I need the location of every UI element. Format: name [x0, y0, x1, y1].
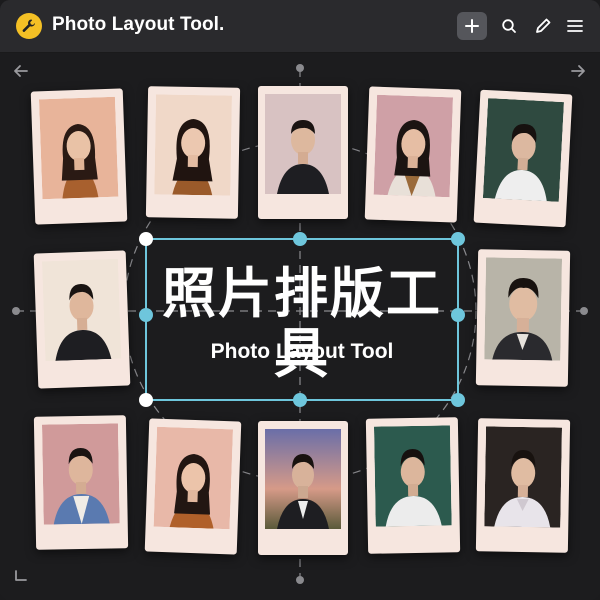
portrait-photo [265, 429, 341, 529]
app-window: Photo Layout Tool. 照片排版工具 Photo Layout T… [0, 0, 600, 600]
add-icon [465, 19, 479, 33]
photo-card[interactable] [258, 421, 348, 555]
menu-button[interactable] [560, 12, 590, 40]
photo-card[interactable] [365, 417, 461, 554]
portrait-photo [265, 94, 341, 194]
add-button[interactable] [457, 12, 487, 40]
photo-card[interactable] [145, 86, 241, 219]
pen-icon [536, 18, 551, 33]
title-bar: Photo Layout Tool. [0, 0, 600, 53]
arrow-left-icon[interactable] [12, 62, 30, 80]
portrait-photo [38, 96, 119, 200]
photo-card[interactable] [473, 89, 573, 228]
photo-card[interactable] [33, 250, 131, 389]
portrait-photo [482, 98, 565, 202]
layout-canvas[interactable]: 照片排版工具 Photo Layout Tool [0, 53, 600, 600]
portrait-photo [153, 426, 234, 530]
photo-card[interactable] [144, 418, 242, 555]
menu-icon [567, 20, 583, 32]
corner-icon[interactable] [12, 566, 30, 584]
portrait-photo [373, 425, 452, 527]
canvas-title-cn[interactable]: 照片排版工具 [146, 264, 458, 384]
photo-card[interactable] [30, 88, 128, 225]
photo-card[interactable] [258, 86, 348, 219]
portrait-photo [41, 423, 120, 525]
app-title: Photo Layout Tool. [52, 14, 225, 35]
photo-card[interactable] [364, 86, 462, 223]
search-button[interactable] [494, 12, 524, 40]
arrow-right-icon[interactable] [569, 62, 587, 80]
wrench-icon[interactable] [16, 13, 42, 39]
portrait-photo [41, 258, 122, 362]
canvas-title-en[interactable]: Photo Layout Tool [146, 340, 458, 364]
portrait-photo [154, 94, 232, 196]
portrait-photo [484, 257, 563, 361]
search-icon [502, 19, 516, 33]
photo-card[interactable] [475, 418, 571, 553]
portrait-photo [484, 426, 563, 528]
photo-card[interactable] [33, 415, 129, 550]
edit-button[interactable] [528, 12, 558, 40]
photo-card[interactable] [475, 249, 571, 387]
portrait-photo [373, 94, 454, 198]
